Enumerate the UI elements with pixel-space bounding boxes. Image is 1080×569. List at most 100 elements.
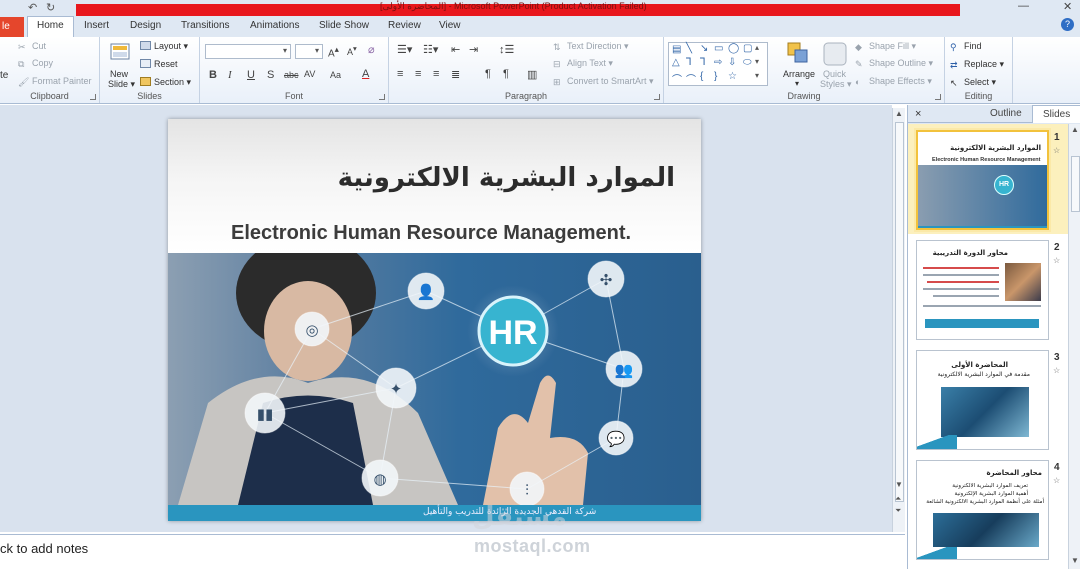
font-color-button[interactable]: A <box>362 68 369 80</box>
line-shape-icon[interactable]: ╲ <box>686 43 692 54</box>
panel-scrollbar[interactable]: ▲ ▼ <box>1068 124 1080 569</box>
arrow-line-shape-icon[interactable]: ↘ <box>700 43 708 54</box>
minimize-icon[interactable]: — <box>1018 0 1029 12</box>
close-panel-icon[interactable]: × <box>915 108 921 120</box>
hr-photo[interactable]: HR 👤 ✣ ◎ 👥 ▮▮ ✦ 💬 ◍ ⫶ <box>168 253 701 505</box>
previous-slide-icon[interactable]: ⏶ <box>895 494 901 504</box>
change-case-button[interactable]: Aa <box>330 70 341 80</box>
rtl-icon[interactable]: ¶ <box>503 68 509 80</box>
rectangle-shape-icon[interactable]: ▭ <box>714 43 723 54</box>
slide-thumbnail-3[interactable]: المحاضرة الأولى مقدمة في الموارد البشرية… <box>916 350 1049 450</box>
quick-styles-button[interactable]: Styles ▾ <box>820 79 852 90</box>
tab-view[interactable]: View <box>439 20 461 31</box>
cut-button[interactable]: ✂ Cut <box>18 41 46 52</box>
arrange-chevron-icon[interactable]: ▾ <box>795 79 799 88</box>
clipboard-launcher-icon[interactable] <box>90 94 96 100</box>
rounded-rect-shape-icon[interactable]: ▢ <box>743 43 752 54</box>
scroll-down-icon[interactable]: ▼ <box>895 480 903 489</box>
notes-placeholder[interactable]: ck to add notes <box>0 541 88 556</box>
align-text-button[interactable]: ⊟ Align Text ▾ <box>553 58 613 69</box>
star-shape-icon[interactable]: ☆ <box>728 71 737 82</box>
increase-indent-icon[interactable]: ⇥ <box>469 43 478 56</box>
brace-right-shape-icon[interactable]: } <box>714 71 717 82</box>
decrease-indent-icon[interactable]: ⇤ <box>451 43 460 56</box>
brace-left-shape-icon[interactable]: { <box>700 71 703 82</box>
slide-english-title[interactable]: Electronic Human Resource Management. <box>231 222 631 245</box>
panel-scroll-down-icon[interactable]: ▼ <box>1071 556 1079 565</box>
line-spacing-icon[interactable]: ↕☰ <box>499 43 514 56</box>
font-family-combo[interactable]: ▾ <box>205 44 291 59</box>
font-size-combo[interactable]: ▾ <box>295 44 323 59</box>
connector-shape-icon[interactable]: ⅂ <box>700 57 706 68</box>
tab-outline[interactable]: Outline <box>990 108 1022 119</box>
section-button[interactable]: Section ▾ <box>140 77 191 88</box>
tab-animations[interactable]: Animations <box>250 20 299 31</box>
paste-button[interactable]: te <box>0 70 8 81</box>
gallery-down-icon[interactable]: ▾ <box>755 57 759 66</box>
tab-design[interactable]: Design <box>130 20 161 31</box>
gallery-up-icon[interactable]: ▴ <box>755 43 759 52</box>
shape-fill-button[interactable]: ◆ Shape Fill ▾ <box>855 41 916 52</box>
reset-button[interactable]: Reset <box>140 59 178 69</box>
arc-shape-icon[interactable]: ⌒ <box>686 71 696 86</box>
char-spacing-button[interactable]: AV <box>304 69 315 79</box>
select-button[interactable]: ↖ Select ▾ <box>950 77 996 88</box>
elbow-connector-icon[interactable]: ⅂ <box>686 57 692 68</box>
bold-button[interactable]: B <box>209 69 217 81</box>
format-painter-button[interactable]: 🖌 Format Painter <box>18 76 92 87</box>
underline-button[interactable]: U <box>247 69 255 81</box>
current-slide[interactable]: الموارد البشرية الالكترونية Electronic H… <box>168 119 701 521</box>
scroll-up-icon[interactable]: ▲ <box>895 109 903 118</box>
copy-button[interactable]: ⧉ Copy <box>18 58 53 69</box>
shapes-gallery[interactable]: ▤ ╲ ↘ ▭ ◯ ▢ △ ⅂ ⅂ ⇨ ⇩ ⬭ ⌒ ⌒ { } ☆ ▴ ▾ ▾ <box>668 42 768 86</box>
text-direction-button[interactable]: ⇅ Text Direction ▾ <box>553 41 629 52</box>
next-slide-icon[interactable]: ⏷ <box>895 506 901 516</box>
close-window-icon[interactable]: ✕ <box>1063 0 1072 13</box>
right-arrow-shape-icon[interactable]: ⇨ <box>714 57 722 68</box>
slide-thumbnail-4[interactable]: محاور المحاضرة تعريف الموارد البشرية الا… <box>916 460 1049 560</box>
tab-review[interactable]: Review <box>388 20 421 31</box>
numbering-icon[interactable]: ☷▾ <box>423 43 438 56</box>
quick-styles-label-1[interactable]: Quick <box>823 69 846 79</box>
triangle-shape-icon[interactable]: △ <box>672 57 680 68</box>
clear-format-icon[interactable]: ⌀ <box>368 43 375 56</box>
tab-insert[interactable]: Insert <box>84 20 109 31</box>
panel-scroll-up-icon[interactable]: ▲ <box>1071 125 1079 134</box>
shape-effects-button[interactable]: ◐ Shape Effects ▾ <box>855 76 932 87</box>
align-right-icon[interactable]: ≡ <box>433 68 439 80</box>
tab-slide-show[interactable]: Slide Show <box>319 20 369 31</box>
arrange-button[interactable]: Arrange <box>783 69 815 79</box>
tab-file[interactable]: le <box>0 17 24 37</box>
paragraph-launcher-icon[interactable] <box>654 94 660 100</box>
slide-thumbnail-2[interactable]: محاور الدورة التدريبية <box>916 240 1049 340</box>
tab-home[interactable]: Home <box>27 16 74 37</box>
layout-button[interactable]: Layout ▾ <box>140 41 188 52</box>
editor-vertical-scrollbar[interactable]: ▲ ▼ ⏶ ⏷ <box>892 108 905 532</box>
new-slide-label-1[interactable]: New <box>110 69 128 79</box>
editor-scroll-thumb[interactable] <box>895 122 904 502</box>
slide-arabic-title[interactable]: الموارد البشرية الالكترونية <box>338 163 675 193</box>
align-left-icon[interactable]: ≡ <box>397 68 403 80</box>
help-icon[interactable]: ? <box>1061 18 1074 31</box>
undo-icon[interactable]: ↶ <box>28 1 37 14</box>
replace-button[interactable]: ⇄ Replace ▾ <box>950 59 1004 70</box>
down-arrow-shape-icon[interactable]: ⇩ <box>728 57 736 68</box>
italic-button[interactable]: I <box>228 69 232 81</box>
curve-shape-icon[interactable]: ⌒ <box>672 71 682 86</box>
oval-shape-icon[interactable]: ◯ <box>728 43 739 54</box>
columns-icon[interactable]: ▥ <box>527 68 537 81</box>
drawing-launcher-icon[interactable] <box>935 94 941 100</box>
shape-outline-button[interactable]: ✎ Shape Outline ▾ <box>855 58 933 69</box>
grow-font-icon[interactable]: A▴ <box>328 44 339 59</box>
panel-scroll-thumb[interactable] <box>1071 156 1080 212</box>
align-center-icon[interactable]: ≡ <box>415 68 421 80</box>
text-box-shape-icon[interactable]: ▤ <box>672 44 681 55</box>
ltr-icon[interactable]: ¶ <box>485 68 491 80</box>
flowchart-shape-icon[interactable]: ⬭ <box>743 57 752 68</box>
gallery-more-icon[interactable]: ▾ <box>755 71 759 80</box>
tab-transitions[interactable]: Transitions <box>181 20 230 31</box>
font-launcher-icon[interactable] <box>379 94 385 100</box>
slide-thumbnail-1[interactable]: الموارد البشرية الالكترونية Electronic H… <box>916 130 1049 230</box>
tab-slides[interactable]: Slides <box>1032 105 1080 123</box>
notes-pane[interactable]: ck to add notes <box>0 534 905 569</box>
